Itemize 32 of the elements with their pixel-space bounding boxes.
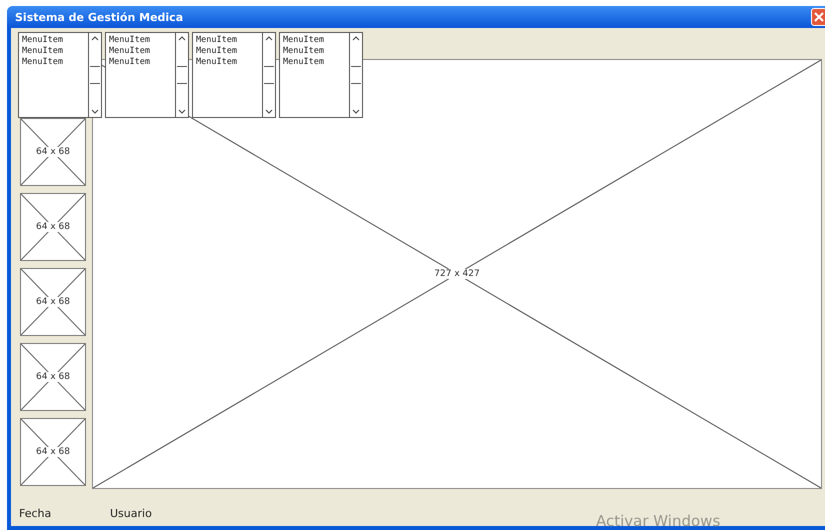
size-label: 64 x 68 — [35, 447, 71, 457]
list-item[interactable]: MenuItem — [109, 57, 172, 68]
close-icon — [814, 12, 824, 22]
list-item[interactable]: MenuItem — [283, 46, 346, 57]
scrollbar-thumb[interactable] — [177, 66, 187, 84]
list-item[interactable]: MenuItem — [22, 46, 85, 57]
close-button[interactable] — [811, 8, 825, 26]
scrollbar[interactable] — [349, 33, 362, 117]
size-label: 727 x 427 — [433, 269, 481, 279]
scrollbar-thumb[interactable] — [264, 66, 274, 84]
size-label: 64 x 68 — [35, 147, 71, 157]
scrollbar-thumb[interactable] — [351, 66, 361, 84]
size-label: 64 x 68 — [35, 372, 71, 382]
list-item[interactable]: MenuItem — [196, 57, 259, 68]
window-title: Sistema de Gestión Medica — [15, 10, 184, 24]
status-text: Usuario — [109, 506, 153, 520]
list-item[interactable]: MenuItem — [109, 35, 172, 46]
list-item[interactable]: MenuItem — [196, 46, 259, 57]
scrollbar[interactable] — [175, 33, 188, 117]
list-item[interactable]: MenuItem — [22, 57, 85, 68]
list-item[interactable]: MenuItem — [109, 46, 172, 57]
scrollbar[interactable] — [262, 33, 275, 117]
activation-notice: Activar Windows — [596, 512, 720, 530]
scrollbar[interactable] — [88, 33, 101, 117]
list-item[interactable]: MenuItem — [196, 35, 259, 46]
list-item[interactable]: MenuItem — [283, 57, 346, 68]
list-item[interactable]: MenuItem — [283, 35, 346, 46]
scrollbar-thumb[interactable] — [90, 66, 100, 84]
status-text: Fecha — [18, 506, 52, 520]
size-label: 64 x 68 — [35, 297, 71, 307]
size-label: 64 x 68 — [35, 222, 71, 232]
list-item[interactable]: MenuItem — [22, 35, 85, 46]
